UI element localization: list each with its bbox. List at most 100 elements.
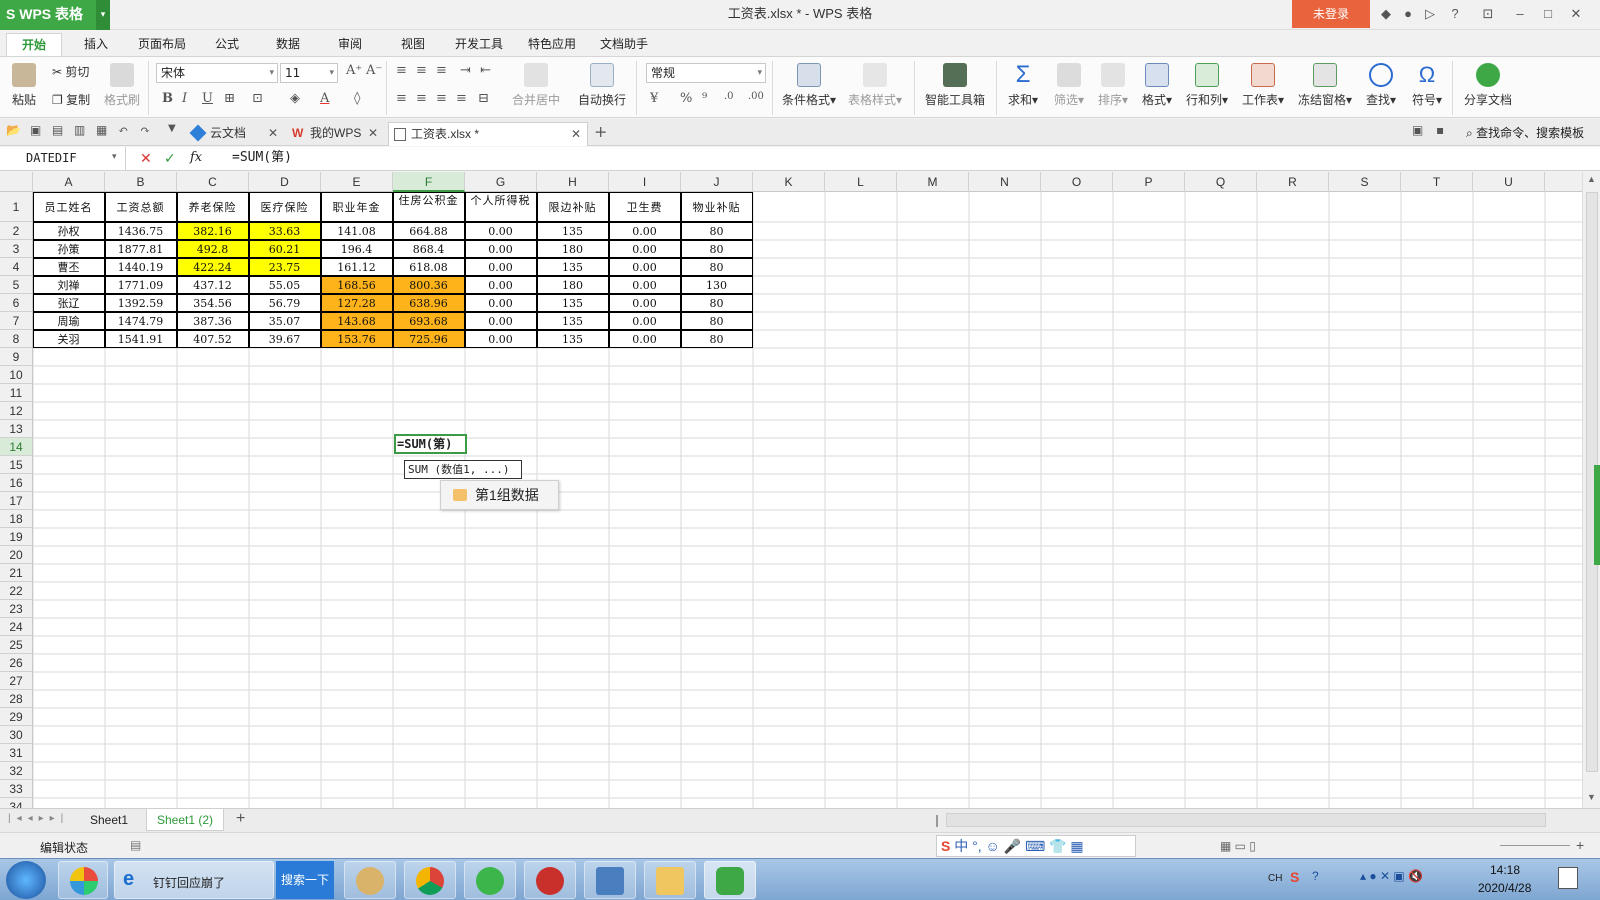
table-header-cell[interactable]: 住房公积金 bbox=[392, 192, 465, 222]
row-header-34[interactable]: 34 bbox=[0, 798, 33, 808]
distributed-icon[interactable]: ⊟ bbox=[478, 91, 489, 106]
table-style-button[interactable]: 表格样式▾ bbox=[846, 63, 904, 108]
settings-icon[interactable]: ● bbox=[1400, 6, 1416, 22]
sum-button[interactable]: Σ 求和▾ bbox=[1006, 63, 1040, 108]
sogou-tray-icon[interactable]: S bbox=[1290, 869, 1299, 885]
row-header-12[interactable]: 12 bbox=[0, 402, 33, 420]
row-header-26[interactable]: 26 bbox=[0, 654, 33, 672]
table-cell[interactable]: 33.63 bbox=[248, 222, 321, 240]
row-header-29[interactable]: 29 bbox=[0, 708, 33, 726]
column-header-g[interactable]: G bbox=[465, 172, 537, 192]
maximize-icon[interactable]: □ bbox=[1540, 6, 1556, 22]
scroll-up-icon[interactable]: ▲ bbox=[1587, 174, 1596, 184]
table-cell[interactable]: 80 bbox=[680, 294, 753, 312]
number-format-select[interactable]: 常规 bbox=[646, 63, 766, 83]
column-header-o[interactable]: O bbox=[1041, 172, 1113, 192]
row-header-18[interactable]: 18 bbox=[0, 510, 33, 528]
doc-tab-mywps[interactable]: W 我的WPS ✕ bbox=[288, 122, 384, 146]
currency-icon[interactable]: ¥ bbox=[650, 91, 658, 106]
table-cell[interactable]: 0.00 bbox=[608, 276, 681, 294]
row-header-25[interactable]: 25 bbox=[0, 636, 33, 654]
table-cell[interactable]: 80 bbox=[680, 258, 753, 276]
fill-color-icon[interactable]: ◈ bbox=[290, 91, 300, 106]
screen-icon[interactable]: ▣ bbox=[1412, 123, 1423, 137]
table-cell[interactable]: 0.00 bbox=[464, 276, 537, 294]
column-header-f[interactable]: F bbox=[393, 172, 465, 192]
table-cell[interactable]: 135 bbox=[536, 222, 609, 240]
align-center-icon[interactable]: ≡ bbox=[416, 91, 427, 106]
taskbar-wps[interactable] bbox=[704, 861, 756, 899]
row-header-7[interactable]: 7 bbox=[0, 312, 33, 330]
table-header-cell[interactable]: 限边补贴 bbox=[536, 192, 609, 222]
select-all-corner[interactable] bbox=[0, 172, 33, 192]
table-header-cell[interactable]: 卫生费 bbox=[608, 192, 681, 222]
sheet-nav-icons[interactable]: |◂◂▸▸| bbox=[8, 813, 69, 824]
column-header-e[interactable]: E bbox=[321, 172, 393, 192]
table-cell[interactable]: 143.68 bbox=[320, 312, 393, 330]
table-cell[interactable]: 153.76 bbox=[320, 330, 393, 348]
row-header-4[interactable]: 4 bbox=[0, 258, 33, 276]
table-cell[interactable]: 868.4 bbox=[392, 240, 465, 258]
column-header-u[interactable]: U bbox=[1473, 172, 1545, 192]
quick-access-dropdown-icon[interactable]: ▼ bbox=[168, 123, 176, 134]
restore-ribbon-icon[interactable]: ⊡ bbox=[1480, 6, 1496, 22]
table-cell[interactable]: 1440.19 bbox=[104, 258, 177, 276]
table-cell[interactable]: 0.00 bbox=[608, 330, 681, 348]
table-header-cell[interactable]: 医疗保险 bbox=[248, 192, 321, 222]
table-cell[interactable]: 127.28 bbox=[320, 294, 393, 312]
add-sheet-icon[interactable]: + bbox=[236, 810, 245, 828]
insert-function-button[interactable]: fx bbox=[190, 150, 202, 165]
row-header-32[interactable]: 32 bbox=[0, 762, 33, 780]
table-cell[interactable]: 800.36 bbox=[392, 276, 465, 294]
table-cell[interactable]: 0.00 bbox=[464, 222, 537, 240]
redo-icon[interactable]: ↷ bbox=[140, 123, 150, 137]
column-header-j[interactable]: J bbox=[681, 172, 753, 192]
table-cell[interactable]: 130 bbox=[680, 276, 753, 294]
row-header-22[interactable]: 22 bbox=[0, 582, 33, 600]
pin-icon[interactable]: ▪ bbox=[1436, 123, 1444, 137]
grow-font-icon[interactable]: A⁺ bbox=[346, 63, 362, 78]
table-cell[interactable]: 39.67 bbox=[248, 330, 321, 348]
help-tray-icon[interactable]: ? bbox=[1312, 869, 1319, 883]
table-cell[interactable]: 张辽 bbox=[32, 294, 105, 312]
row-header-20[interactable]: 20 bbox=[0, 546, 33, 564]
italic-button[interactable]: I bbox=[182, 91, 187, 106]
taskbar-paint[interactable] bbox=[344, 861, 396, 899]
row-col-button[interactable]: 行和列▾ bbox=[1184, 63, 1230, 108]
column-header-n[interactable]: N bbox=[969, 172, 1041, 192]
table-cell[interactable]: 0.00 bbox=[464, 240, 537, 258]
smart-tools-button[interactable]: 智能工具箱 bbox=[924, 63, 986, 108]
row-header-23[interactable]: 23 bbox=[0, 600, 33, 618]
table-header-cell[interactable]: 养老保险 bbox=[176, 192, 249, 222]
scroll-down-icon[interactable]: ▼ bbox=[1587, 792, 1596, 802]
table-cell[interactable]: 0.00 bbox=[608, 258, 681, 276]
taskbar-remote[interactable] bbox=[584, 861, 636, 899]
table-cell[interactable]: 693.68 bbox=[392, 312, 465, 330]
table-cell[interactable]: 437.12 bbox=[176, 276, 249, 294]
align-bottom-icon[interactable]: ≡ bbox=[436, 63, 447, 78]
feedback-icon[interactable]: ▷ bbox=[1422, 6, 1438, 22]
language-indicator[interactable]: CH bbox=[1268, 873, 1282, 884]
tray-icons[interactable]: ▴ ● ✕ ▣ 🔇 bbox=[1360, 869, 1423, 883]
merge-center-button[interactable]: 合并居中 bbox=[508, 63, 564, 108]
tab-doc-assistant[interactable]: 文档助手 bbox=[592, 33, 656, 56]
row-header-2[interactable]: 2 bbox=[0, 222, 33, 240]
paste-button[interactable]: 粘贴 bbox=[8, 63, 40, 108]
taskbar-app-red[interactable] bbox=[524, 861, 576, 899]
table-cell[interactable]: 1436.75 bbox=[104, 222, 177, 240]
sort-button[interactable]: 排序▾ bbox=[1096, 63, 1130, 108]
table-cell[interactable]: 0.00 bbox=[608, 294, 681, 312]
table-header-cell[interactable]: 个人所得税 bbox=[464, 192, 537, 222]
table-cell[interactable]: 135 bbox=[536, 294, 609, 312]
column-header-h[interactable]: H bbox=[537, 172, 609, 192]
column-header-q[interactable]: Q bbox=[1185, 172, 1257, 192]
column-header-k[interactable]: K bbox=[753, 172, 825, 192]
table-cell[interactable]: 周瑜 bbox=[32, 312, 105, 330]
table-header-cell[interactable]: 职业年金 bbox=[320, 192, 393, 222]
percent-button[interactable]: % bbox=[680, 91, 692, 106]
print-preview-icon[interactable]: ▦ bbox=[96, 123, 107, 137]
close-tab-icon[interactable]: ✕ bbox=[571, 123, 581, 145]
skin-icon[interactable]: ◆ bbox=[1378, 6, 1394, 22]
formula-input[interactable]: =SUM(第) bbox=[232, 147, 292, 170]
column-header-i[interactable]: I bbox=[609, 172, 681, 192]
